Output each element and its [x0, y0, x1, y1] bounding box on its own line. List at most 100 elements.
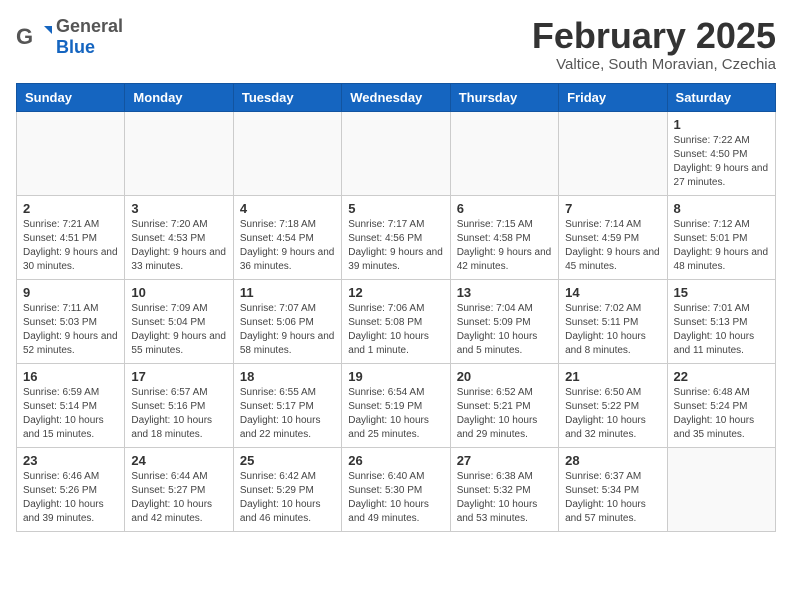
day-number: 22 — [674, 369, 769, 384]
day-number: 23 — [23, 453, 118, 468]
weekday-header-thursday: Thursday — [450, 83, 558, 111]
day-number: 17 — [131, 369, 226, 384]
weekday-header-friday: Friday — [559, 83, 667, 111]
day-info: Sunrise: 7:17 AM Sunset: 4:56 PM Dayligh… — [348, 218, 443, 274]
week-row-1: 1 Sunrise: 7:22 AM Sunset: 4:50 PM Daylig… — [17, 111, 776, 195]
day-info: Sunrise: 7:21 AM Sunset: 4:51 PM Dayligh… — [23, 218, 118, 274]
logo-general-text: General — [56, 16, 123, 36]
day-info: Sunrise: 7:14 AM Sunset: 4:59 PM Dayligh… — [565, 218, 660, 274]
day-info: Sunrise: 6:50 AM Sunset: 5:22 PM Dayligh… — [565, 386, 660, 442]
day-info: Sunrise: 7:12 AM Sunset: 5:01 PM Dayligh… — [674, 218, 769, 274]
day-info: Sunrise: 6:46 AM Sunset: 5:26 PM Dayligh… — [23, 470, 118, 526]
calendar-cell: 6Sunrise: 7:15 AM Sunset: 4:58 PM Daylig… — [450, 195, 558, 279]
day-number: 19 — [348, 369, 443, 384]
day-info: Sunrise: 7:15 AM Sunset: 4:58 PM Dayligh… — [457, 218, 552, 274]
calendar-cell: 16Sunrise: 6:59 AM Sunset: 5:14 PM Dayli… — [17, 363, 125, 447]
day-number: 1 — [674, 117, 769, 132]
day-number: 27 — [457, 453, 552, 468]
day-number: 2 — [23, 201, 118, 216]
calendar-cell — [17, 111, 125, 195]
calendar-cell: 28Sunrise: 6:37 AM Sunset: 5:34 PM Dayli… — [559, 447, 667, 531]
day-number: 8 — [674, 201, 769, 216]
week-row-2: 2 Sunrise: 7:21 AM Sunset: 4:51 PM Daylig… — [17, 195, 776, 279]
day-info: Sunrise: 6:40 AM Sunset: 5:30 PM Dayligh… — [348, 470, 443, 526]
day-info: Sunrise: 6:44 AM Sunset: 5:27 PM Dayligh… — [131, 470, 226, 526]
weekday-header-monday: Monday — [125, 83, 233, 111]
calendar-cell: 1 Sunrise: 7:22 AM Sunset: 4:50 PM Daylig… — [667, 111, 775, 195]
day-info: Sunrise: 6:57 AM Sunset: 5:16 PM Dayligh… — [131, 386, 226, 442]
calendar-cell: 19 Sunrise: 6:54 AM Sunset: 5:19 PM Dayli… — [342, 363, 450, 447]
day-number: 18 — [240, 369, 335, 384]
calendar-cell: 21 Sunrise: 6:50 AM Sunset: 5:22 PM Dayli… — [559, 363, 667, 447]
day-info: Sunrise: 7:11 AM Sunset: 5:03 PM Dayligh… — [23, 302, 118, 358]
location-subtitle: Valtice, South Moravian, Czechia — [532, 56, 776, 73]
calendar-cell: 11Sunrise: 7:07 AM Sunset: 5:06 PM Dayli… — [233, 279, 341, 363]
day-info: Sunrise: 6:52 AM Sunset: 5:21 PM Dayligh… — [457, 386, 552, 442]
calendar-table: SundayMondayTuesdayWednesdayThursdayFrid… — [16, 83, 776, 532]
week-row-3: 9 Sunrise: 7:11 AM Sunset: 5:03 PM Daylig… — [17, 279, 776, 363]
day-info: Sunrise: 6:42 AM Sunset: 5:29 PM Dayligh… — [240, 470, 335, 526]
day-number: 21 — [565, 369, 660, 384]
day-info: Sunrise: 7:22 AM Sunset: 4:50 PM Dayligh… — [674, 134, 769, 190]
day-info: Sunrise: 7:06 AM Sunset: 5:08 PM Dayligh… — [348, 302, 443, 358]
logo: G General Blue — [16, 16, 123, 58]
calendar-cell: 26 Sunrise: 6:40 AM Sunset: 5:30 PM Dayli… — [342, 447, 450, 531]
day-number: 11 — [240, 285, 335, 300]
logo-blue-text: Blue — [56, 37, 95, 57]
calendar-cell: 8 Sunrise: 7:12 AM Sunset: 5:01 PM Daylig… — [667, 195, 775, 279]
calendar-body: 1 Sunrise: 7:22 AM Sunset: 4:50 PM Daylig… — [17, 111, 776, 531]
day-info: Sunrise: 6:48 AM Sunset: 5:24 PM Dayligh… — [674, 386, 769, 442]
week-row-4: 16Sunrise: 6:59 AM Sunset: 5:14 PM Dayli… — [17, 363, 776, 447]
day-number: 20 — [457, 369, 552, 384]
calendar-cell — [125, 111, 233, 195]
calendar-cell: 2 Sunrise: 7:21 AM Sunset: 4:51 PM Daylig… — [17, 195, 125, 279]
day-number: 24 — [131, 453, 226, 468]
day-number: 3 — [131, 201, 226, 216]
day-number: 10 — [131, 285, 226, 300]
weekday-header-row: SundayMondayTuesdayWednesdayThursdayFrid… — [17, 83, 776, 111]
calendar-cell: 14 Sunrise: 7:02 AM Sunset: 5:11 PM Dayli… — [559, 279, 667, 363]
calendar-cell: 12Sunrise: 7:06 AM Sunset: 5:08 PM Dayli… — [342, 279, 450, 363]
day-number: 5 — [348, 201, 443, 216]
weekday-header-saturday: Saturday — [667, 83, 775, 111]
day-info: Sunrise: 7:18 AM Sunset: 4:54 PM Dayligh… — [240, 218, 335, 274]
calendar-cell: 18 Sunrise: 6:55 AM Sunset: 5:17 PM Dayli… — [233, 363, 341, 447]
calendar-cell: 9 Sunrise: 7:11 AM Sunset: 5:03 PM Daylig… — [17, 279, 125, 363]
calendar-cell: 15Sunrise: 7:01 AM Sunset: 5:13 PM Dayli… — [667, 279, 775, 363]
calendar-cell: 20 Sunrise: 6:52 AM Sunset: 5:21 PM Dayli… — [450, 363, 558, 447]
calendar-cell: 25Sunrise: 6:42 AM Sunset: 5:29 PM Dayli… — [233, 447, 341, 531]
calendar-cell — [667, 447, 775, 531]
calendar-cell — [559, 111, 667, 195]
day-info: Sunrise: 6:55 AM Sunset: 5:17 PM Dayligh… — [240, 386, 335, 442]
day-number: 16 — [23, 369, 118, 384]
day-number: 15 — [674, 285, 769, 300]
title-area: February 2025 Valtice, South Moravian, C… — [532, 16, 776, 73]
day-number: 7 — [565, 201, 660, 216]
day-number: 9 — [23, 285, 118, 300]
day-info: Sunrise: 6:37 AM Sunset: 5:34 PM Dayligh… — [565, 470, 660, 526]
weekday-header-tuesday: Tuesday — [233, 83, 341, 111]
day-number: 13 — [457, 285, 552, 300]
calendar-cell — [233, 111, 341, 195]
day-number: 14 — [565, 285, 660, 300]
weekday-header-wednesday: Wednesday — [342, 83, 450, 111]
calendar-cell: 24 Sunrise: 6:44 AM Sunset: 5:27 PM Dayli… — [125, 447, 233, 531]
day-info: Sunrise: 6:54 AM Sunset: 5:19 PM Dayligh… — [348, 386, 443, 442]
day-number: 4 — [240, 201, 335, 216]
day-info: Sunrise: 6:38 AM Sunset: 5:32 PM Dayligh… — [457, 470, 552, 526]
day-info: Sunrise: 7:02 AM Sunset: 5:11 PM Dayligh… — [565, 302, 660, 358]
calendar-cell: 23 Sunrise: 6:46 AM Sunset: 5:26 PM Dayli… — [17, 447, 125, 531]
calendar-cell: 5 Sunrise: 7:17 AM Sunset: 4:56 PM Daylig… — [342, 195, 450, 279]
month-title: February 2025 — [532, 16, 776, 56]
day-info: Sunrise: 7:04 AM Sunset: 5:09 PM Dayligh… — [457, 302, 552, 358]
calendar-cell: 22 Sunrise: 6:48 AM Sunset: 5:24 PM Dayli… — [667, 363, 775, 447]
calendar-cell — [342, 111, 450, 195]
calendar-cell: 4 Sunrise: 7:18 AM Sunset: 4:54 PM Daylig… — [233, 195, 341, 279]
calendar-cell: 7 Sunrise: 7:14 AM Sunset: 4:59 PM Daylig… — [559, 195, 667, 279]
calendar-cell: 3Sunrise: 7:20 AM Sunset: 4:53 PM Daylig… — [125, 195, 233, 279]
calendar-cell — [450, 111, 558, 195]
calendar-cell: 13 Sunrise: 7:04 AM Sunset: 5:09 PM Dayli… — [450, 279, 558, 363]
day-number: 26 — [348, 453, 443, 468]
day-info: Sunrise: 7:09 AM Sunset: 5:04 PM Dayligh… — [131, 302, 226, 358]
weekday-header-sunday: Sunday — [17, 83, 125, 111]
